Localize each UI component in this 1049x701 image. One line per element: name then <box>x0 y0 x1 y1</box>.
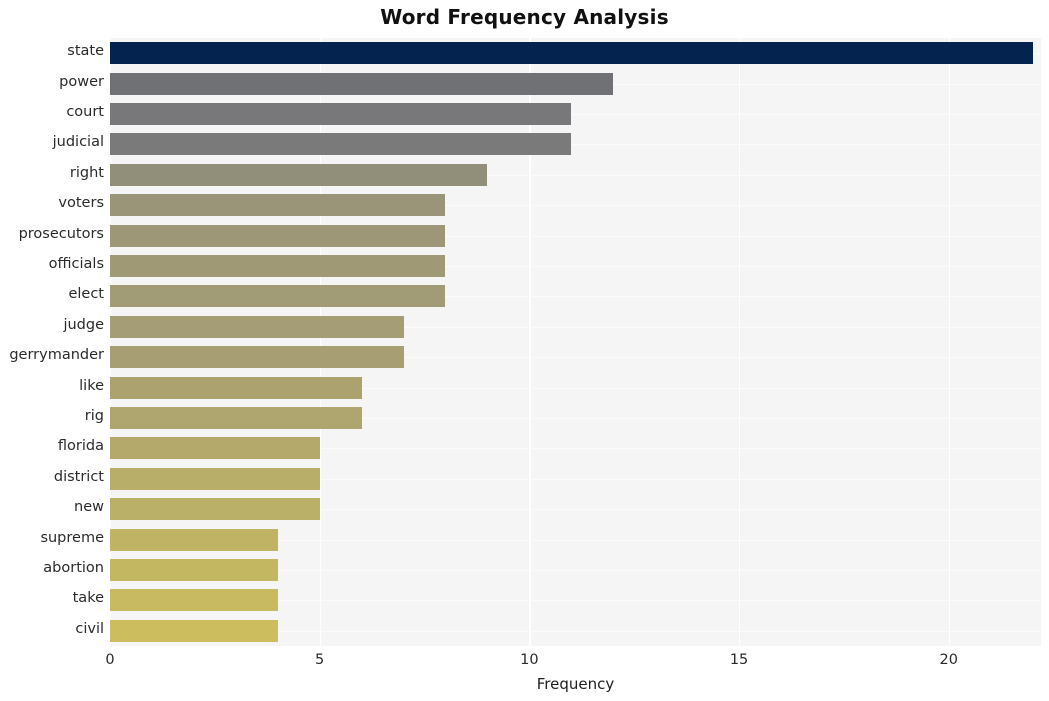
y-tick-label-abortion: abortion <box>43 560 104 576</box>
y-tick-label-right: right <box>69 164 104 181</box>
bar-state[interactable] <box>110 42 1033 65</box>
y-tick-label-court: court <box>66 104 104 120</box>
x-axis-title: Frequency <box>536 675 615 693</box>
bar-prosecutors[interactable] <box>110 224 446 247</box>
x-tick-label-5: 5 <box>315 652 325 668</box>
chart-title: Word Frequency Analysis <box>380 5 669 29</box>
bar-judicial[interactable] <box>110 133 572 156</box>
x-axis-tick-labels: 0 5 10 15 20 <box>0 646 1049 676</box>
y-tick-label-supreme: supreme <box>40 529 104 546</box>
y-tick-label-take: take <box>72 590 104 607</box>
bar-judge[interactable] <box>110 315 404 338</box>
y-tick-label-prosecutors: prosecutors <box>18 225 104 242</box>
bar-florida[interactable] <box>110 437 320 460</box>
bar-gerrymander[interactable] <box>110 346 404 369</box>
bar-take[interactable] <box>110 589 278 612</box>
plot-area <box>110 38 1041 646</box>
x-tick-label-10: 10 <box>520 652 539 668</box>
bar-district[interactable] <box>110 467 320 490</box>
bar-voters[interactable] <box>110 194 446 217</box>
y-tick-label-like: like <box>79 377 104 394</box>
y-tick-label-power: power <box>59 73 104 90</box>
x-tick-label-15: 15 <box>729 652 749 668</box>
bar-elect[interactable] <box>110 285 446 308</box>
y-tick-label-judicial: judicial <box>52 134 104 151</box>
y-tick-label-gerrymander: gerrymander <box>9 347 104 364</box>
y-tick-label-florida: florida <box>57 438 104 455</box>
y-tick-label-officials: officials <box>48 256 104 272</box>
y-axis-tick-labels: state power court judicial right voters prosec… <box>0 38 104 646</box>
bar-new[interactable] <box>110 498 320 521</box>
bar-rig[interactable] <box>110 407 362 429</box>
bar-power[interactable] <box>110 72 614 95</box>
y-tick-label-elect: elect <box>68 286 104 303</box>
x-tick-label-20: 20 <box>939 652 958 668</box>
word-frequency-chart: Word Frequency Analysis state power court j… <box>0 0 1049 701</box>
bar-like[interactable] <box>110 376 362 399</box>
y-tick-label-judge: judge <box>63 316 104 333</box>
bar-supreme[interactable] <box>110 528 278 551</box>
x-tick-label-0: 0 <box>105 652 115 668</box>
y-tick-label-rig: rig <box>84 408 104 424</box>
y-tick-label-state: state <box>67 43 104 60</box>
bar-right[interactable] <box>110 163 488 186</box>
y-tick-label-civil: civil <box>75 620 104 637</box>
bars-layer <box>110 38 1041 646</box>
bar-officials[interactable] <box>110 255 446 277</box>
y-tick-label-new: new <box>74 499 104 516</box>
bar-abortion[interactable] <box>110 559 278 581</box>
y-tick-label-voters: voters <box>58 195 104 212</box>
bar-civil[interactable] <box>110 619 278 642</box>
y-tick-label-district: district <box>53 468 104 485</box>
bar-court[interactable] <box>110 103 572 125</box>
